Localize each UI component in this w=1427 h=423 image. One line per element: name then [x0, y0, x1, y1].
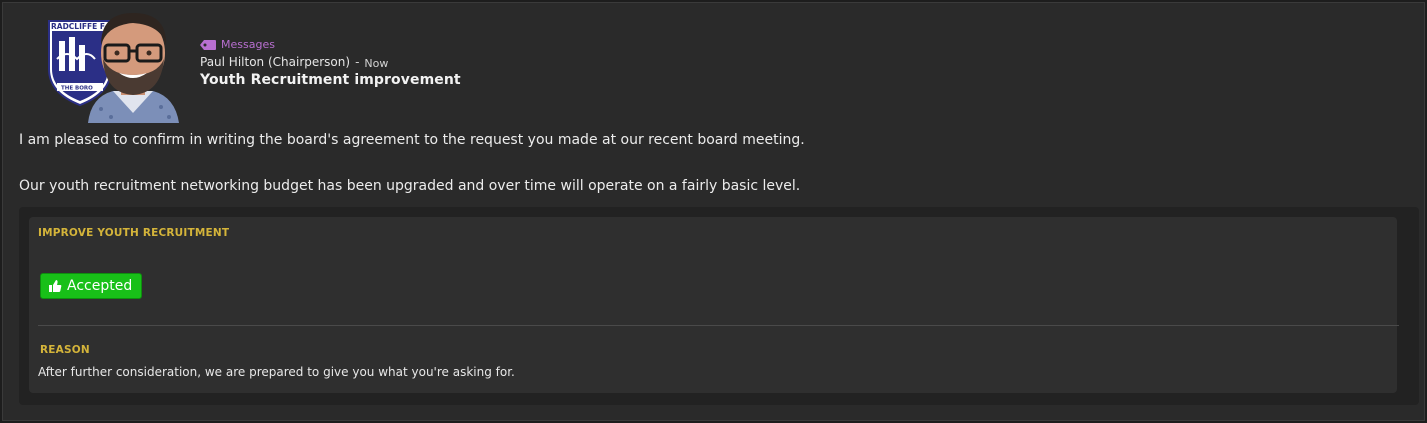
- reason-title: REASON: [40, 344, 90, 356]
- sender-line: Paul Hilton (Chairperson) - Now: [200, 55, 461, 70]
- message-category[interactable]: Messages: [200, 37, 461, 52]
- request-outcome-card: IMPROVE YOUTH RECRUITMENT Accepted REASO…: [29, 217, 1399, 393]
- message-paragraph-2: Our youth recruitment networking budget …: [19, 178, 801, 194]
- message-time: Now: [364, 57, 389, 70]
- sender-name[interactable]: Paul Hilton (Chairperson): [200, 55, 350, 69]
- message-header: Messages Paul Hilton (Chairperson) - Now Y…: [200, 37, 461, 88]
- thumbs-up-icon: [49, 280, 62, 292]
- message-paragraph-1: I am pleased to confirm in writing the b…: [19, 132, 805, 148]
- message-subject: Youth Recruitment improvement: [200, 72, 461, 88]
- section-divider: [38, 325, 1399, 326]
- accepted-status-label: Accepted: [67, 278, 133, 294]
- category-label: Messages: [221, 37, 275, 51]
- request-outcome-container: IMPROVE YOUTH RECRUITMENT Accepted REASO…: [19, 207, 1419, 405]
- tag-icon: [200, 39, 216, 50]
- sender-separator: -: [355, 55, 360, 69]
- message-panel: RADCLIFFE F THE BORO Messages Paul Hilto…: [2, 2, 1425, 421]
- reason-text: After further consideration, we are prep…: [38, 365, 515, 379]
- sender-portrait-avatar: [88, 13, 179, 123]
- request-title: IMPROVE YOUTH RECRUITMENT: [38, 227, 230, 239]
- accepted-status-button[interactable]: Accepted: [40, 273, 142, 299]
